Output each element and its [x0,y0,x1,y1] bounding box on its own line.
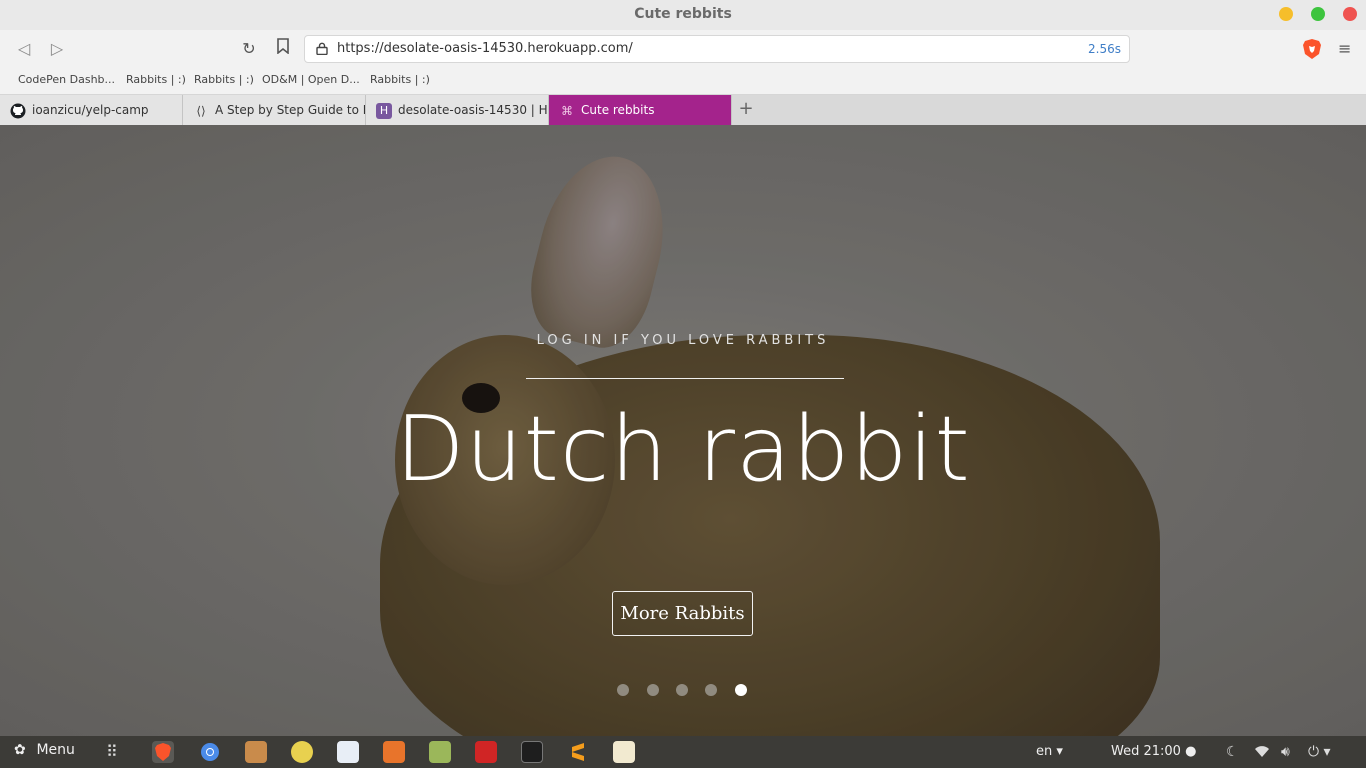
guide-icon: ⟨⟩ [196,104,206,118]
archive-app-icon[interactable] [245,741,267,763]
reload-icon[interactable]: ↻ [238,38,260,60]
brave-shields-icon[interactable] [1302,38,1322,60]
language-label: en [1036,744,1053,759]
github-icon [10,103,26,119]
volume-icon[interactable]: 🔊︎ [1281,744,1290,760]
night-light-icon[interactable]: ☾ [1226,744,1239,760]
url-text: https://desolate-oasis-14530.herokuapp.c… [337,41,633,56]
more-rabbits-button[interactable]: More Rabbits [612,591,753,636]
wifi-icon[interactable] [1254,744,1270,762]
window-titlebar: Cute rebbits [0,0,1366,30]
hero-divider [526,378,844,379]
tab-cute-rebbits[interactable]: ⌘ Cute rebbits [549,95,732,125]
tab-label: ioanzicu/yelp-camp [32,103,149,117]
terminal-app-icon[interactable] [521,741,543,763]
paw-icon: ✿ [14,742,26,758]
bookmark-item[interactable]: OD&M | Open D... [262,73,360,86]
file-manager-icon[interactable] [429,741,451,763]
maximize-button[interactable] [1311,7,1325,21]
chromium-app-icon[interactable] [199,741,221,763]
bookmark-icon[interactable] [272,38,294,60]
hero-headline: Dutch rabbit [395,397,971,502]
menu-label: Menu [36,742,75,758]
tab-github[interactable]: ioanzicu/yelp-camp [0,95,183,125]
text-editor-icon[interactable] [613,741,635,763]
sublime-app-icon[interactable] [567,741,589,763]
tab-label: Cute rebbits [581,103,655,117]
minimize-button[interactable] [1279,7,1293,21]
tab-label: A Step by Step Guide to Bu [215,103,366,117]
tab-strip: ioanzicu/yelp-camp ⟨⟩ A Step by Step Gui… [0,95,1366,125]
start-menu-button[interactable]: ✿ Menu [14,742,75,758]
bookmark-item[interactable]: Rabbits | :) [194,73,254,86]
keyboard-language[interactable]: en ▾ [1036,744,1063,759]
software-center-icon[interactable] [383,741,405,763]
address-bar[interactable]: https://desolate-oasis-14530.herokuapp.c… [304,35,1130,63]
document-app-icon[interactable] [337,741,359,763]
heroku-icon: H [376,103,392,119]
bookmark-item[interactable]: Rabbits | :) [126,73,186,86]
rabbit-favicon-icon: ⌘ [561,104,573,118]
close-button[interactable] [1343,7,1357,21]
brave-app-icon[interactable] [152,741,174,763]
carousel-dot[interactable] [617,684,629,696]
hero-kicker: LOG IN IF YOU LOVE RABBITS [536,333,830,348]
lock-icon [316,42,328,55]
clock[interactable]: Wed 21:00 ● [1111,744,1196,759]
forward-icon[interactable]: ▷ [46,38,68,60]
tab-label: desolate-oasis-14530 | Her [398,103,549,117]
back-icon[interactable]: ◁ [13,38,35,60]
power-icon[interactable]: ⏻ ▾ [1308,744,1331,760]
load-time: 2.56s [1088,42,1121,56]
webcam-app-icon[interactable] [291,741,313,763]
new-tab-button[interactable]: + [738,98,754,120]
carousel-dot-active[interactable] [735,684,747,696]
hero-carousel: LOG IN IF YOU LOVE RABBITS Dutch rabbit … [0,125,1366,736]
system-taskbar: ✿ Menu ⠿ en ▾ Wed 21:00 ● ☾ 🔊︎ ⏻ ▾ [0,736,1366,768]
tab-heroku[interactable]: H desolate-oasis-14530 | Her [366,95,549,125]
navigation-bar: ◁ ▷ ↻ https://desolate-oasis-14530.herok… [0,30,1366,68]
window-title: Cute rebbits [634,6,732,22]
bookmarks-bar: CodePen Dashb... Rabbits | :) Rabbits | … [0,68,1366,95]
clock-label: Wed 21:00 [1111,744,1181,759]
calculator-app-icon[interactable] [475,741,497,763]
bookmark-item[interactable]: CodePen Dashb... [18,73,115,86]
tab-guide[interactable]: ⟨⟩ A Step by Step Guide to Bu [183,95,366,125]
carousel-dot[interactable] [705,684,717,696]
bookmark-item[interactable]: Rabbits | :) [370,73,430,86]
hamburger-menu-icon[interactable]: ≡ [1338,40,1352,58]
carousel-dot[interactable] [647,684,659,696]
carousel-dot[interactable] [676,684,688,696]
apps-grid-icon[interactable]: ⠿ [106,742,118,761]
